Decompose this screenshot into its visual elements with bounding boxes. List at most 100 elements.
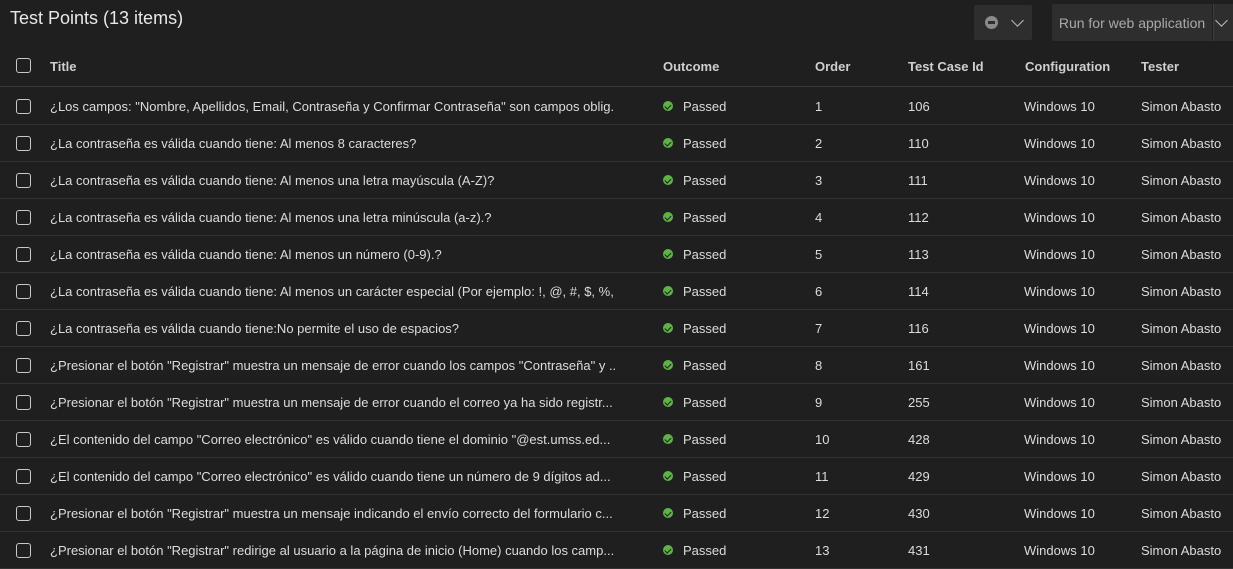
row-configuration: Windows 10 xyxy=(1024,505,1095,521)
row-title: ¿Presionar el botón "Registrar" muestra … xyxy=(50,347,615,383)
row-configuration: Windows 10 xyxy=(1024,135,1095,151)
row-test-case-id: 114 xyxy=(908,283,929,299)
passed-check-icon xyxy=(663,286,673,296)
table-row[interactable]: ¿La contraseña es válida cuando tiene: A… xyxy=(0,236,1233,273)
column-header-test-case-id[interactable]: Test Case Id xyxy=(908,46,1008,86)
row-configuration: Windows 10 xyxy=(1024,98,1095,114)
row-outcome: Passed xyxy=(663,310,803,346)
row-outcome: Passed xyxy=(663,458,803,494)
row-test-case-id: 113 xyxy=(908,246,929,262)
row-test-case-id: 110 xyxy=(908,135,929,151)
table-header: Title Outcome Order Test Case Id Configu… xyxy=(0,46,1233,87)
row-checkbox[interactable] xyxy=(16,210,31,225)
row-checkbox[interactable] xyxy=(16,284,31,299)
run-button[interactable]: Run for web application xyxy=(1052,4,1212,41)
row-configuration: Windows 10 xyxy=(1024,431,1095,447)
row-outcome-text: Passed xyxy=(683,394,727,410)
row-test-case-id: 161 xyxy=(908,357,930,373)
row-outcome: Passed xyxy=(663,88,803,124)
table-row[interactable]: ¿Presionar el botón "Registrar" redirige… xyxy=(0,532,1233,569)
passed-check-icon xyxy=(663,397,673,407)
row-checkbox[interactable] xyxy=(16,247,31,262)
row-configuration: Windows 10 xyxy=(1024,394,1095,410)
row-test-case-id: 428 xyxy=(908,431,930,447)
row-tester: Simon Abasto xyxy=(1141,468,1222,484)
table-row[interactable]: ¿Presionar el botón "Registrar" muestra … xyxy=(0,384,1233,421)
row-title: ¿Presionar el botón "Registrar" muestra … xyxy=(50,384,615,420)
row-order: 10 xyxy=(815,431,830,447)
column-header-tester[interactable]: Tester xyxy=(1141,46,1233,86)
table-row[interactable]: ¿La contraseña es válida cuando tiene:No… xyxy=(0,310,1233,347)
row-tester: Simon Abasto xyxy=(1141,542,1222,558)
row-tester: Simon Abasto xyxy=(1141,505,1222,521)
row-checkbox[interactable] xyxy=(16,395,31,410)
page-title: Test Points (13 items) xyxy=(10,8,184,28)
chevron-down-icon xyxy=(1215,14,1228,27)
row-title-text: ¿La contraseña es válida cuando tiene:No… xyxy=(50,320,460,336)
row-title-text: ¿Presionar el botón "Registrar" muestra … xyxy=(50,394,613,410)
row-outcome: Passed xyxy=(663,495,803,531)
row-outcome-text: Passed xyxy=(683,135,727,151)
row-tester: Simon Abasto xyxy=(1141,320,1222,336)
row-title-text: ¿La contraseña es válida cuando tiene: A… xyxy=(50,172,495,188)
row-tester: Simon Abasto xyxy=(1141,135,1222,151)
row-tester: Simon Abasto xyxy=(1141,246,1222,262)
row-title-text: ¿Presionar el botón "Registrar" redirige… xyxy=(50,542,615,558)
row-checkbox[interactable] xyxy=(16,321,31,336)
row-outcome-text: Passed xyxy=(683,209,727,225)
table-row[interactable]: ¿El contenido del campo "Correo electrón… xyxy=(0,421,1233,458)
column-header-configuration[interactable]: Configuration xyxy=(1025,46,1135,86)
row-title-text: ¿La contraseña es válida cuando tiene: A… xyxy=(50,246,442,262)
row-outcome: Passed xyxy=(663,532,803,568)
select-all-checkbox[interactable] xyxy=(16,58,31,73)
row-checkbox[interactable] xyxy=(16,136,31,151)
column-header-order[interactable]: Order xyxy=(815,46,895,86)
row-outcome-text: Passed xyxy=(683,283,727,299)
row-outcome-text: Passed xyxy=(683,468,727,484)
column-header-outcome[interactable]: Outcome xyxy=(663,46,803,86)
row-tester: Simon Abasto xyxy=(1141,283,1222,299)
row-tester: Simon Abasto xyxy=(1141,98,1222,114)
row-configuration: Windows 10 xyxy=(1024,357,1095,373)
row-title: ¿Presionar el botón "Registrar" redirige… xyxy=(50,532,615,568)
passed-check-icon xyxy=(663,434,673,444)
row-test-case-id: 255 xyxy=(908,394,930,410)
row-title: ¿El contenido del campo "Correo electrón… xyxy=(50,458,615,494)
run-options-button[interactable] xyxy=(1213,4,1233,41)
passed-check-icon xyxy=(663,545,673,555)
row-configuration: Windows 10 xyxy=(1024,246,1095,262)
row-checkbox[interactable] xyxy=(16,469,31,484)
row-checkbox[interactable] xyxy=(16,543,31,558)
row-title-text: ¿Los campos: "Nombre, Apellidos, Email, … xyxy=(50,98,615,114)
row-checkbox[interactable] xyxy=(16,99,31,114)
row-title: ¿La contraseña es válida cuando tiene: A… xyxy=(50,236,615,272)
row-checkbox[interactable] xyxy=(16,506,31,521)
row-outcome: Passed xyxy=(663,199,803,235)
table-row[interactable]: ¿El contenido del campo "Correo electrón… xyxy=(0,458,1233,495)
row-outcome-text: Passed xyxy=(683,357,727,373)
row-checkbox[interactable] xyxy=(16,173,31,188)
row-title-text: ¿El contenido del campo "Correo electrón… xyxy=(50,468,611,484)
row-outcome-text: Passed xyxy=(683,542,727,558)
passed-check-icon xyxy=(663,323,673,333)
table-row[interactable]: ¿Los campos: "Nombre, Apellidos, Email, … xyxy=(0,88,1233,125)
row-title-text: ¿Presionar el botón "Registrar" muestra … xyxy=(50,505,613,521)
outcome-filter-dropdown[interactable] xyxy=(974,5,1032,40)
table-row[interactable]: ¿La contraseña es válida cuando tiene: A… xyxy=(0,125,1233,162)
column-header-title[interactable]: Title xyxy=(50,46,615,86)
table-row[interactable]: ¿La contraseña es válida cuando tiene: A… xyxy=(0,162,1233,199)
row-outcome: Passed xyxy=(663,273,803,309)
table-row[interactable]: ¿Presionar el botón "Registrar" muestra … xyxy=(0,347,1233,384)
row-test-case-id: 430 xyxy=(908,505,930,521)
row-order: 3 xyxy=(815,172,823,188)
row-title: ¿La contraseña es válida cuando tiene: A… xyxy=(50,162,615,198)
row-tester: Simon Abasto xyxy=(1141,394,1222,410)
row-outcome: Passed xyxy=(663,236,803,272)
row-checkbox[interactable] xyxy=(16,432,31,447)
table-row[interactable]: ¿La contraseña es válida cuando tiene: A… xyxy=(0,199,1233,236)
row-order: 12 xyxy=(815,505,830,521)
table-row[interactable]: ¿La contraseña es válida cuando tiene: A… xyxy=(0,273,1233,310)
row-checkbox[interactable] xyxy=(16,358,31,373)
row-title-text: ¿La contraseña es válida cuando tiene: A… xyxy=(50,135,417,151)
table-row[interactable]: ¿Presionar el botón "Registrar" muestra … xyxy=(0,495,1233,532)
